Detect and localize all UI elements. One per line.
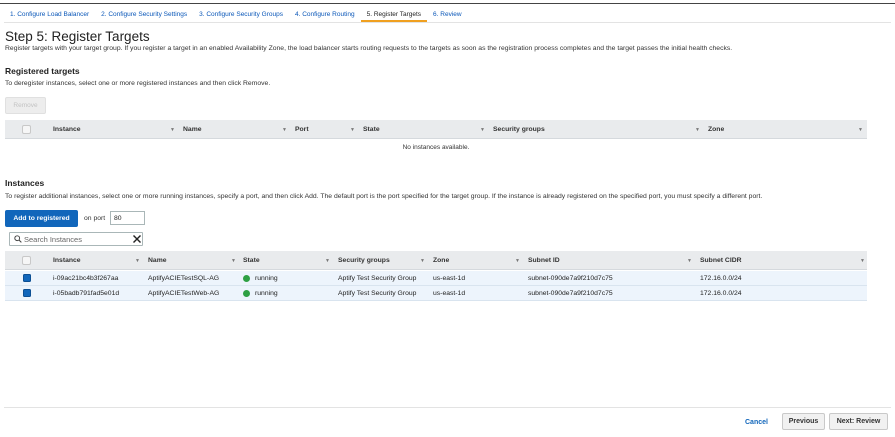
sort-icon[interactable]: ▼ (350, 120, 355, 139)
column-header-zone[interactable]: Zone (708, 120, 724, 139)
status-dot-icon (243, 275, 250, 282)
registered-targets-heading: Registered targets (5, 66, 80, 76)
tab-register-targets[interactable]: 5. Register Targets (360, 8, 428, 22)
instances-heading: Instances (5, 178, 45, 188)
sort-icon[interactable]: ▼ (515, 251, 520, 270)
column-header-name[interactable]: Name (148, 251, 167, 270)
sort-icon[interactable]: ▼ (687, 251, 692, 270)
registered-targets-table-header: Instance ▼ Name ▼ Port ▼ State ▼ Securit… (5, 120, 867, 139)
cancel-button[interactable]: Cancel (745, 414, 768, 430)
sort-icon[interactable]: ▼ (282, 120, 287, 139)
instance-state: running (243, 271, 278, 286)
tab-configure-routing[interactable]: 4. Configure Routing (289, 8, 361, 22)
sort-icon[interactable]: ▼ (420, 251, 425, 270)
column-header-state[interactable]: State (363, 120, 380, 139)
column-header-security-groups[interactable]: Security groups (493, 120, 545, 139)
instances-instructions: To register additional instances, select… (5, 193, 763, 200)
search-icon (14, 235, 22, 243)
column-header-name[interactable]: Name (183, 120, 202, 139)
security-group: Aptify Test Security Group (338, 290, 417, 297)
sort-icon[interactable]: ▼ (860, 251, 865, 270)
search-box[interactable] (9, 232, 143, 246)
security-group: Aptify Test Security Group (338, 275, 417, 282)
table-row[interactable]: i-09ac21bc4b3f267aa AptifyACIETestSQL-AG… (5, 271, 867, 286)
zone: us-east-1d (433, 290, 466, 297)
page-description: Register targets with your target group.… (5, 45, 733, 52)
column-header-state[interactable]: State (243, 251, 260, 270)
subnet-cidr: 172.16.0.0/24 (700, 275, 742, 282)
sort-icon[interactable]: ▼ (695, 120, 700, 139)
table-row[interactable]: i-05badb791fad5e01d AptifyACIETestWeb-AG… (5, 286, 867, 301)
state-label: running (255, 290, 278, 297)
sort-icon[interactable]: ▼ (135, 251, 140, 270)
sort-icon[interactable]: ▼ (231, 251, 236, 270)
instance-name: AptifyACIETestSQL-AG (148, 275, 220, 282)
tab-configure-security-settings[interactable]: 2. Configure Security Settings (95, 8, 193, 22)
sort-icon[interactable]: ▼ (325, 251, 330, 270)
column-header-subnet-id[interactable]: Subnet ID (528, 251, 560, 270)
instances-table-header: Instance ▼ Name ▼ State ▼ Security group… (5, 251, 867, 270)
tab-review[interactable]: 6. Review (427, 8, 468, 22)
state-label: running (255, 275, 278, 282)
instance-id: i-09ac21bc4b3f267aa (53, 275, 119, 282)
column-header-subnet-cidr[interactable]: Subnet CIDR (700, 251, 742, 270)
column-header-instance[interactable]: Instance (53, 120, 81, 139)
instance-name: AptifyACIETestWeb-AG (148, 290, 220, 297)
zone: us-east-1d (433, 275, 466, 282)
clear-icon[interactable] (132, 234, 142, 244)
next-review-button[interactable]: Next: Review (829, 413, 888, 430)
on-port-label: on port (84, 215, 106, 222)
column-header-port[interactable]: Port (295, 120, 309, 139)
subnet-id: subnet-090de7a9f210d7c75 (528, 290, 613, 297)
remove-button[interactable]: Remove (5, 97, 46, 114)
empty-table-message: No instances available. (402, 143, 470, 151)
sort-icon[interactable]: ▼ (170, 120, 175, 139)
instance-id: i-05badb791fad5e01d (53, 290, 120, 297)
port-input[interactable] (110, 211, 145, 225)
column-header-zone[interactable]: Zone (433, 251, 449, 270)
subnet-id: subnet-090de7a9f210d7c75 (528, 275, 613, 282)
tabs-divider (4, 22, 891, 23)
registered-targets-instructions: To deregister instances, select one or m… (5, 80, 271, 87)
select-all-checkbox[interactable] (22, 125, 31, 134)
sort-icon[interactable]: ▼ (480, 120, 485, 139)
previous-button[interactable]: Previous (782, 413, 825, 430)
row-checkbox[interactable] (23, 289, 31, 297)
subnet-cidr: 172.16.0.0/24 (700, 290, 742, 297)
wizard-tabs: 1. Configure Load Balancer 2. Configure … (4, 8, 468, 22)
tab-configure-security-groups[interactable]: 3. Configure Security Groups (193, 8, 289, 22)
search-input[interactable] (24, 234, 128, 244)
row-checkbox[interactable] (23, 274, 31, 282)
footer-divider (4, 407, 891, 408)
column-header-security-groups[interactable]: Security groups (338, 251, 390, 270)
sort-icon[interactable]: ▼ (858, 120, 863, 139)
tab-configure-load-balancer[interactable]: 1. Configure Load Balancer (4, 8, 95, 22)
instance-state: running (243, 286, 278, 301)
column-header-instance[interactable]: Instance (53, 251, 81, 270)
add-to-registered-button[interactable]: Add to registered (5, 210, 78, 227)
select-all-checkbox[interactable] (22, 256, 31, 265)
page-title: Step 5: Register Targets (5, 29, 150, 44)
top-border (0, 3, 895, 4)
status-dot-icon (243, 290, 250, 297)
